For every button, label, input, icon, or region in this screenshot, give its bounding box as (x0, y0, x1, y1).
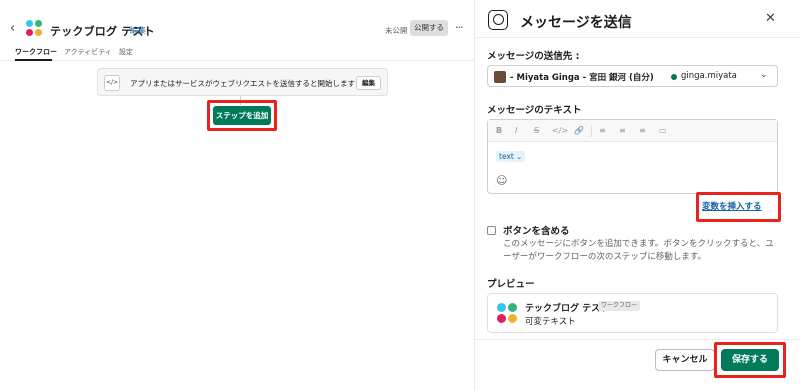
chevron-down-icon: ⌄ (760, 70, 768, 80)
emoji-icon[interactable]: ☺ (496, 174, 507, 187)
message-preview: テックブログ テスト ワークフロー 可変テキスト (487, 293, 778, 333)
cancel-button[interactable]: キャンセル (655, 349, 715, 371)
code-icon: </> (104, 75, 120, 91)
active-tab-indicator (15, 59, 52, 61)
bold-icon[interactable]: B (496, 126, 502, 135)
message-text-label: メッセージのテキスト (487, 105, 582, 116)
preview-label: プレビュー (487, 279, 535, 290)
strikethrough-icon[interactable]: S (534, 126, 539, 135)
avatar (494, 71, 506, 83)
message-bubble-icon (488, 10, 508, 30)
recipient-select[interactable]: - Miyata Ginga - 宮田 銀河 (自分) ginga.miyata… (487, 65, 778, 87)
publish-button[interactable]: 公開する (410, 20, 448, 36)
workflow-logo-icon (497, 303, 517, 323)
trigger-edit-button[interactable]: 編集 (356, 76, 381, 90)
formatting-toolbar: B I S </> 🔗 ≡ ≡ ≡ ▭ (488, 120, 777, 142)
numbered-list-icon[interactable]: ≡ (599, 126, 606, 135)
more-options-icon[interactable]: ··· (455, 21, 463, 34)
include-button-label: ボタンを含める (503, 226, 570, 237)
recipient-handle: ginga.miyata (681, 71, 737, 81)
send-message-panel: メッセージを送信 ✕ メッセージの送信先 : - Miyata Ginga - … (474, 0, 800, 391)
workflow-builder: ‹ テックブログ テスト 編集 未公開 公開する ··· ワークフロー アクティ… (0, 0, 474, 391)
tab-activity[interactable]: アクティビティ (64, 47, 112, 57)
workflow-logo-icon (26, 20, 42, 36)
edit-title-link[interactable]: 編集 (130, 25, 146, 36)
trigger-step[interactable]: </> アプリまたはサービスがウェブリクエストを送信すると開始します 編集 (97, 68, 388, 96)
tab-workflow[interactable]: ワークフロー (15, 47, 57, 57)
message-editor[interactable]: B I S </> 🔗 ≡ ≡ ≡ ▭ text ⌄ ☺ (487, 119, 778, 194)
trigger-description: アプリまたはサービスがウェブリクエストを送信すると開始します (130, 79, 355, 88)
blockquote-icon[interactable]: ▭ (659, 126, 667, 135)
preview-text: 可変テキスト (525, 317, 576, 327)
checklist-icon[interactable]: ≡ (639, 126, 646, 135)
divider (475, 37, 800, 38)
workflow-header: ‹ テックブログ テスト 編集 未公開 公開する ··· (0, 0, 474, 42)
back-chevron-icon[interactable]: ‹ (10, 22, 20, 36)
bulleted-list-icon[interactable]: ≡ (619, 126, 626, 135)
preview-sender-name: テックブログ テスト (525, 304, 610, 314)
highlight-box (696, 192, 781, 222)
code-icon[interactable]: </> (552, 126, 568, 135)
workflow-tabs: ワークフロー アクティビティ 設定 (0, 43, 474, 61)
tab-settings[interactable]: 設定 (119, 47, 133, 57)
include-button-description: このメッセージにボタンを追加できます。ボタンをクリックすると、ユーザーがワークフ… (503, 239, 774, 262)
recipient-label: メッセージの送信先 : (487, 51, 580, 62)
link-icon[interactable]: 🔗 (574, 126, 584, 135)
preview-badge: ワークフロー (598, 301, 641, 311)
highlight-box (714, 342, 786, 378)
screen: ‹ テックブログ テスト 編集 未公開 公開する ··· ワークフロー アクティ… (0, 0, 800, 391)
close-icon[interactable]: ✕ (765, 11, 776, 26)
highlight-box (207, 100, 277, 131)
italic-icon[interactable]: I (515, 126, 517, 135)
panel-title: メッセージを送信 (520, 15, 632, 31)
include-button-checkbox[interactable] (487, 226, 496, 235)
toolbar-separator (591, 125, 592, 137)
presence-dot-icon (671, 74, 677, 80)
divider (475, 339, 800, 340)
publish-status: 未公開 (385, 26, 408, 35)
variable-chip[interactable]: text ⌄ (496, 151, 526, 162)
recipient-name: - Miyata Ginga - 宮田 銀河 (自分) (510, 73, 654, 83)
